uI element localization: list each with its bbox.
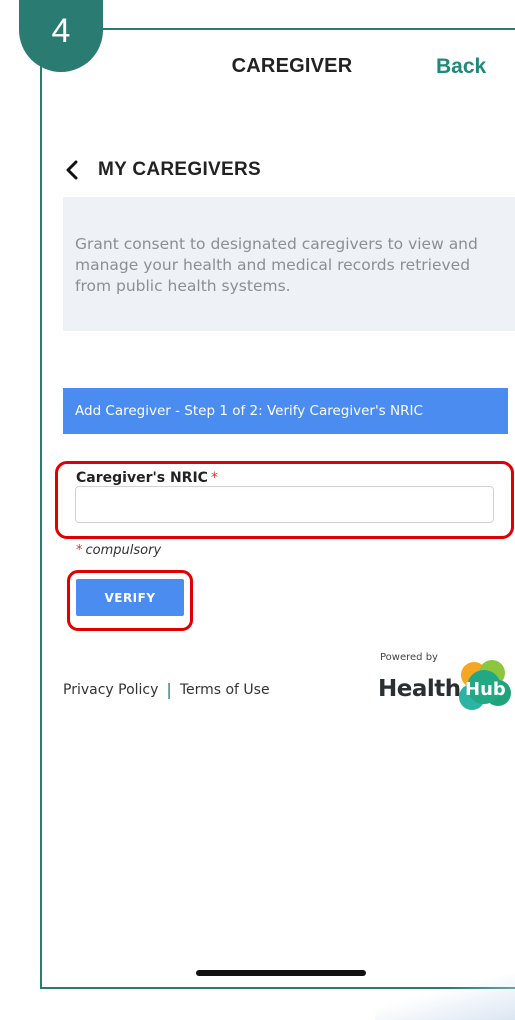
compulsory-text: compulsory	[85, 543, 162, 558]
footer-links: Privacy Policy | Terms of Use	[63, 680, 270, 699]
bottom-decoration	[375, 974, 515, 1020]
compulsory-star: *	[76, 543, 83, 558]
back-button[interactable]: Back	[436, 55, 486, 79]
section-title: MY CAREGIVERS	[98, 159, 261, 180]
nric-field-label: Caregiver's NRIC *	[76, 470, 218, 486]
consent-description: Grant consent to designated caregivers t…	[75, 235, 478, 295]
verify-button[interactable]: VERIFY	[76, 579, 184, 616]
terms-of-use-link[interactable]: Terms of Use	[180, 682, 270, 698]
home-indicator[interactable]	[196, 970, 366, 976]
my-caregivers-nav[interactable]: MY CAREGIVERS	[64, 156, 261, 184]
privacy-policy-link[interactable]: Privacy Policy	[63, 682, 158, 698]
healthhub-logo: Health Hub	[366, 657, 515, 717]
footer-separator: |	[166, 680, 172, 699]
nric-label-text: Caregiver's NRIC	[76, 470, 208, 486]
logo-hub-text: Hub	[465, 679, 506, 700]
logo-health-text: Health	[378, 676, 461, 702]
consent-info-box: Grant consent to designated caregivers t…	[63, 197, 515, 331]
step-progress-bar: Add Caregiver - Step 1 of 2: Verify Care…	[63, 388, 508, 434]
chevron-left-icon	[66, 160, 78, 180]
compulsory-note: * compulsory	[76, 543, 161, 558]
nric-input[interactable]	[75, 486, 494, 523]
required-marker: *	[210, 470, 218, 486]
page-title: CAREGIVER	[231, 55, 353, 77]
